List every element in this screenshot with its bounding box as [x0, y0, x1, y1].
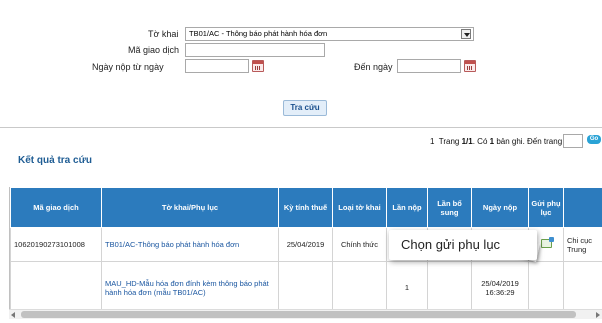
to-khai-select[interactable]: TB01/AC - Thông báo phát hành hóa đơn [185, 27, 474, 41]
to-khai-select-value: TB01/AC - Thông báo phát hành hóa đơn [189, 29, 328, 38]
col-header-lan-bo-sung: Lần bổ sung [427, 187, 472, 228]
horizontal-scrollbar[interactable] [9, 309, 602, 319]
search-form: Tờ khai TB01/AC - Thông báo phát hành hó… [0, 0, 602, 128]
cell-gui-phu-luc [528, 261, 564, 313]
cell-loai-to-khai [332, 261, 387, 313]
pagination-info: 1 Trang 1/1. Có 1 bản ghi. Đến trang [430, 137, 562, 146]
cell-ma-giao-dich [10, 261, 102, 313]
calendar-icon[interactable] [464, 60, 476, 72]
col-header-extra [563, 187, 602, 228]
to-date-input[interactable] [397, 59, 461, 73]
record-prefix: . Có [472, 137, 488, 146]
col-header-loai-to-khai: Loại tờ khai [332, 187, 387, 228]
trang-label: Trang [438, 137, 460, 146]
record-count: 1 [489, 137, 495, 146]
ma-giao-dich-input[interactable] [185, 43, 325, 57]
calendar-icon[interactable] [252, 60, 264, 72]
table-row: MAU_HD-Mẫu hóa đơn đính kèm thông báo ph… [10, 261, 602, 313]
cell-extra [563, 261, 602, 313]
ma-giao-dich-label: Mã giao dịch [128, 45, 180, 55]
goto-page-input[interactable] [563, 134, 583, 148]
scrollbar-thumb[interactable] [21, 311, 576, 318]
col-header-lan-nop: Lần nộp [386, 187, 428, 228]
cell-lan-bo-sung [427, 261, 472, 313]
callout-text: Chọn gửi phụ lục [401, 237, 501, 252]
record-suffix: bản ghi. Đến trang [496, 137, 563, 146]
cell-ky-tinh-thue: 25/04/2019 [278, 227, 333, 262]
search-button[interactable]: Tra cứu [283, 100, 327, 116]
cell-ma-giao-dich: 10620190273101008 [10, 227, 102, 262]
page-number: 1 [430, 137, 435, 146]
go-button[interactable]: Go [587, 135, 601, 144]
table-header-row: Mã giao dịch Tờ khai/Phụ lục Kỳ tính thu… [10, 187, 602, 228]
col-header-to-khai: Tờ khai/Phụ lục [101, 187, 279, 228]
den-ngay-label: Đến ngày [354, 62, 393, 72]
cell-ky-tinh-thue [278, 261, 333, 313]
cell-extra: Chi cục Trung [563, 227, 602, 262]
to-khai-link[interactable]: TB01/AC-Thông báo phát hành hóa đơn [101, 227, 279, 262]
to-khai-link[interactable]: MAU_HD-Mẫu hóa đơn đính kèm thông báo ph… [101, 261, 279, 313]
attach-appendix-icon[interactable] [540, 237, 554, 248]
col-header-gui-phu-luc: Gửi phụ lục [528, 187, 564, 228]
col-header-ky-tinh-thue: Kỳ tính thuế [278, 187, 333, 228]
scroll-right-icon[interactable] [596, 312, 600, 318]
results-title: Kết quả tra cứu [18, 155, 92, 166]
to-khai-label: Tờ khai [148, 29, 179, 39]
callout-tooltip: Chọn gửi phụ lục [389, 230, 537, 260]
ngay-nop-tu-label: Ngày nộp từ ngày [92, 62, 164, 72]
cell-ngay-nop: 25/04/2019 16:36:29 [471, 261, 529, 313]
scroll-left-icon[interactable] [11, 312, 15, 318]
from-date-input[interactable] [185, 59, 249, 73]
cell-loai-to-khai: Chính thức [332, 227, 387, 262]
col-header-ma-giao-dich: Mã giao dịch [10, 187, 102, 228]
cell-lan-nop: 1 [386, 261, 428, 313]
dropdown-arrow-icon[interactable] [461, 29, 471, 39]
page-of: 1/1 [461, 137, 473, 146]
col-header-ngay-nop: Ngày nộp [471, 187, 529, 228]
